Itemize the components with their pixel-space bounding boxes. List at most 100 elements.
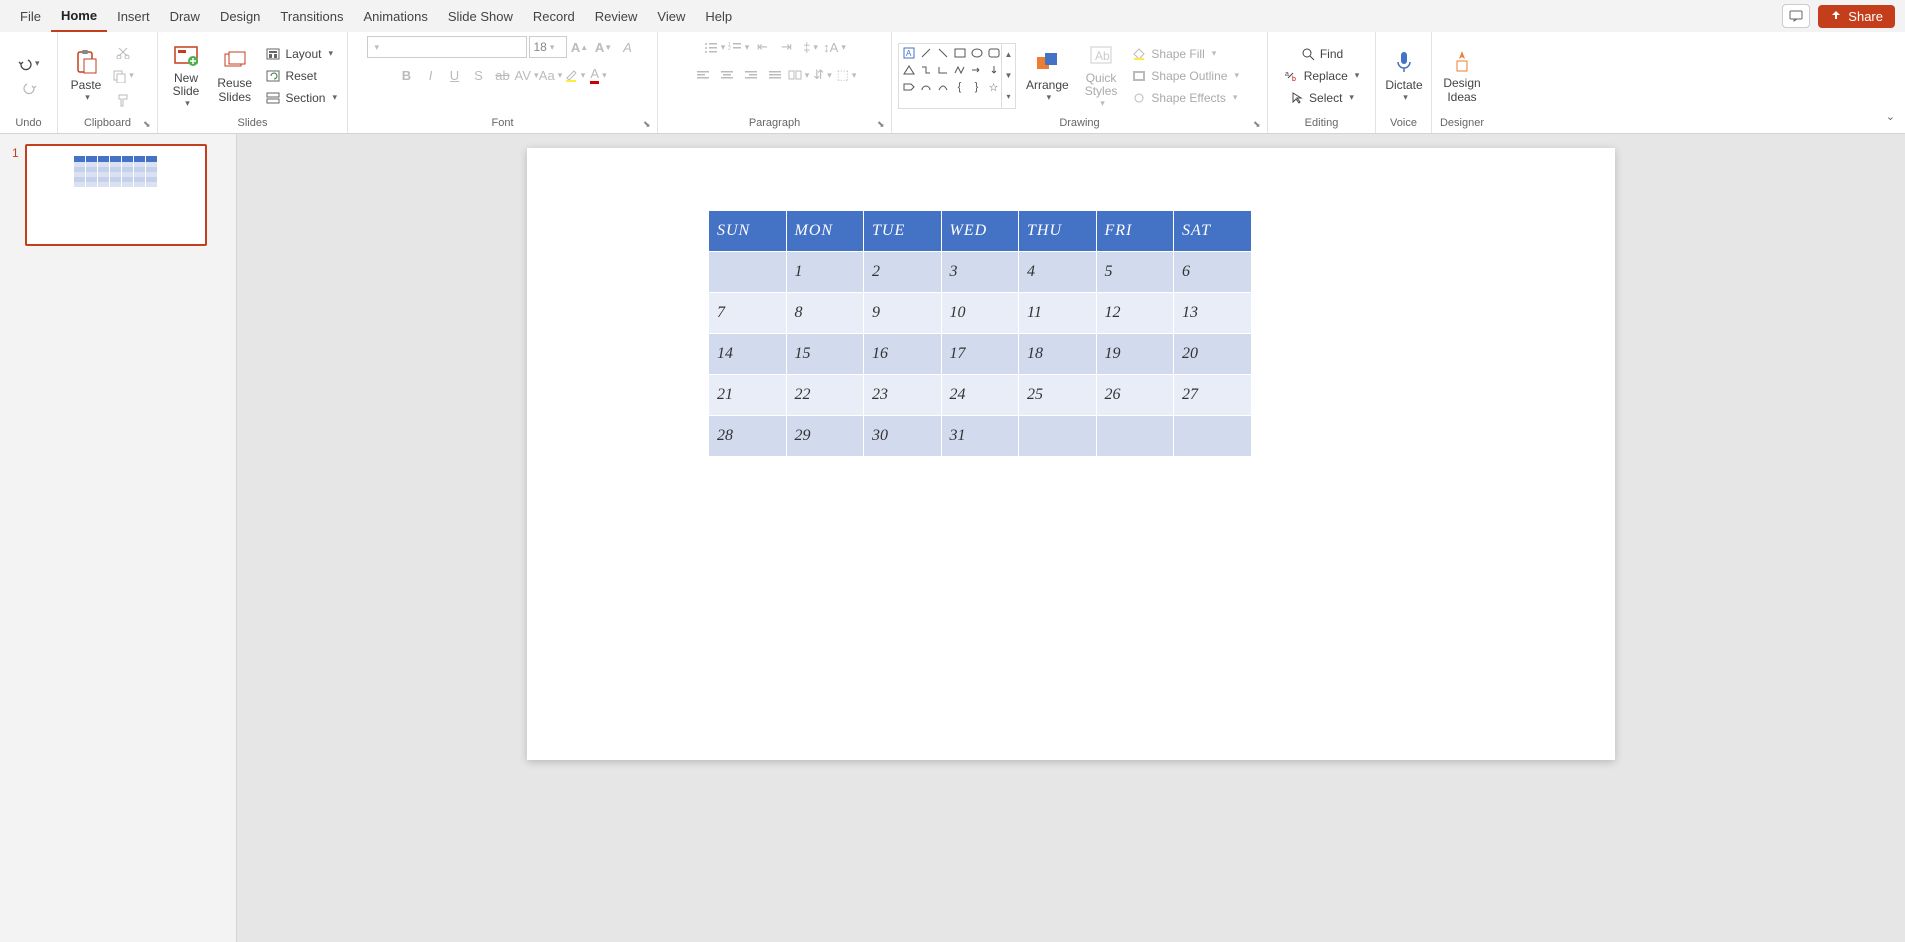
shape-line2-icon[interactable] — [935, 46, 950, 61]
tab-view[interactable]: View — [647, 0, 695, 32]
shapes-up-button[interactable]: ▲ — [1002, 44, 1015, 65]
shapes-gallery[interactable]: A { } ☆ ▲ ▼ — [898, 43, 1016, 109]
tab-record[interactable]: Record — [523, 0, 585, 32]
new-slide-button[interactable]: New Slide — [164, 38, 208, 113]
font-launcher[interactable]: ⬊ — [643, 119, 655, 131]
find-button[interactable]: Find — [1296, 44, 1347, 64]
align-text-button[interactable]: ⇵ — [812, 64, 834, 86]
calendar-cell[interactable]: 27 — [1174, 375, 1252, 416]
shape-arc-icon[interactable] — [918, 80, 933, 95]
calendar-cell[interactable]: 24 — [941, 375, 1019, 416]
shape-elbow-icon[interactable] — [918, 63, 933, 78]
tab-draw[interactable]: Draw — [160, 0, 210, 32]
calendar-cell[interactable]: 3 — [941, 252, 1019, 293]
smartart-button[interactable]: ⬚ — [836, 64, 858, 86]
bullets-button[interactable] — [704, 36, 726, 58]
drawing-launcher[interactable]: ⬊ — [1253, 119, 1265, 131]
increase-indent-button[interactable]: ⇥ — [776, 36, 798, 58]
shape-zigzag-icon[interactable] — [952, 63, 967, 78]
shape-fill-button[interactable]: Shape Fill — [1127, 44, 1243, 64]
calendar-cell[interactable]: 26 — [1096, 375, 1174, 416]
align-right-button[interactable] — [740, 64, 762, 86]
cut-button[interactable] — [112, 41, 134, 63]
calendar-cell[interactable] — [1096, 416, 1174, 457]
canvas-area[interactable]: SUN MON TUE WED THU FRI SAT 1 2 3 4 5 6 — [237, 134, 1905, 942]
select-button[interactable]: Select — [1285, 88, 1358, 108]
tab-help[interactable]: Help — [695, 0, 742, 32]
grow-font-button[interactable]: A▲ — [569, 36, 591, 58]
calendar-cell[interactable]: 25 — [1019, 375, 1097, 416]
calendar-cell[interactable]: 2 — [864, 252, 942, 293]
shape-triangle-icon[interactable] — [901, 63, 916, 78]
calendar-cell[interactable]: 1 — [786, 252, 864, 293]
calendar-header-sun[interactable]: SUN — [709, 211, 787, 252]
calendar-header-mon[interactable]: MON — [786, 211, 864, 252]
calendar-cell[interactable]: 14 — [709, 334, 787, 375]
calendar-header-fri[interactable]: FRI — [1096, 211, 1174, 252]
calendar-cell[interactable] — [709, 252, 787, 293]
calendar-cell[interactable]: 7 — [709, 293, 787, 334]
design-ideas-button[interactable]: Design Ideas — [1438, 43, 1486, 107]
calendar-cell[interactable]: 6 — [1174, 252, 1252, 293]
calendar-cell[interactable] — [1174, 416, 1252, 457]
undo-button[interactable] — [18, 53, 40, 75]
bold-button[interactable]: B — [396, 64, 418, 86]
calendar-cell[interactable]: 18 — [1019, 334, 1097, 375]
calendar-header-thu[interactable]: THU — [1019, 211, 1097, 252]
calendar-cell[interactable]: 20 — [1174, 334, 1252, 375]
shape-lbrace-icon[interactable]: { — [952, 80, 967, 95]
calendar-cell[interactable]: 22 — [786, 375, 864, 416]
underline-button[interactable]: U — [444, 64, 466, 86]
clipboard-launcher[interactable]: ⬊ — [143, 119, 155, 131]
calendar-cell[interactable]: 5 — [1096, 252, 1174, 293]
calendar-cell[interactable]: 21 — [709, 375, 787, 416]
calendar-cell[interactable]: 19 — [1096, 334, 1174, 375]
reset-button[interactable]: Reset — [261, 66, 341, 86]
shape-darrow-icon[interactable] — [986, 63, 1001, 78]
calendar-cell[interactable] — [1019, 416, 1097, 457]
redo-button[interactable] — [18, 77, 40, 99]
shapes-more-button[interactable]: ▾ — [1002, 86, 1015, 107]
calendar-header-sat[interactable]: SAT — [1174, 211, 1252, 252]
tab-slideshow[interactable]: Slide Show — [438, 0, 523, 32]
calendar-cell[interactable]: 16 — [864, 334, 942, 375]
text-direction-button[interactable]: ↕A — [824, 36, 846, 58]
tab-file[interactable]: File — [10, 0, 51, 32]
reuse-slides-button[interactable]: Reuse Slides — [212, 43, 257, 107]
calendar-header-tue[interactable]: TUE — [864, 211, 942, 252]
font-size-input[interactable]: 18 — [529, 36, 567, 58]
shape-roundrect-icon[interactable] — [986, 46, 1001, 61]
shape-line-icon[interactable] — [918, 46, 933, 61]
font-color-button[interactable]: A — [588, 64, 610, 86]
highlight-button[interactable] — [564, 64, 586, 86]
shape-arrow-icon[interactable] — [969, 63, 984, 78]
collapse-ribbon-button[interactable]: ⌄ — [1886, 110, 1895, 123]
layout-button[interactable]: Layout — [261, 44, 341, 64]
calendar-cell[interactable]: 31 — [941, 416, 1019, 457]
slide-thumbnail-1[interactable] — [25, 144, 207, 246]
tab-review[interactable]: Review — [585, 0, 648, 32]
calendar-cell[interactable]: 28 — [709, 416, 787, 457]
comments-button[interactable] — [1782, 4, 1810, 28]
calendar-table[interactable]: SUN MON TUE WED THU FRI SAT 1 2 3 4 5 6 — [708, 210, 1252, 457]
font-name-input[interactable] — [367, 36, 527, 58]
char-spacing-button[interactable]: AV — [516, 64, 538, 86]
shape-rect-icon[interactable] — [952, 46, 967, 61]
calendar-cell[interactable]: 11 — [1019, 293, 1097, 334]
shape-rbrace-icon[interactable]: } — [969, 80, 984, 95]
calendar-cell[interactable]: 23 — [864, 375, 942, 416]
calendar-cell[interactable]: 29 — [786, 416, 864, 457]
shape-textbox-icon[interactable]: A — [901, 46, 916, 61]
paragraph-launcher[interactable]: ⬊ — [877, 119, 889, 131]
line-spacing-button[interactable]: ‡ — [800, 36, 822, 58]
strike-button[interactable]: S — [468, 64, 490, 86]
shape-effects-button[interactable]: Shape Effects — [1127, 88, 1243, 108]
change-case-button[interactable]: Aa — [540, 64, 562, 86]
format-painter-button[interactable] — [112, 89, 134, 111]
numbering-button[interactable]: 12 — [728, 36, 750, 58]
shape-star-icon[interactable]: ☆ — [986, 80, 1001, 95]
calendar-cell[interactable]: 17 — [941, 334, 1019, 375]
justify-button[interactable] — [764, 64, 786, 86]
italic-button[interactable]: I — [420, 64, 442, 86]
calendar-cell[interactable]: 9 — [864, 293, 942, 334]
